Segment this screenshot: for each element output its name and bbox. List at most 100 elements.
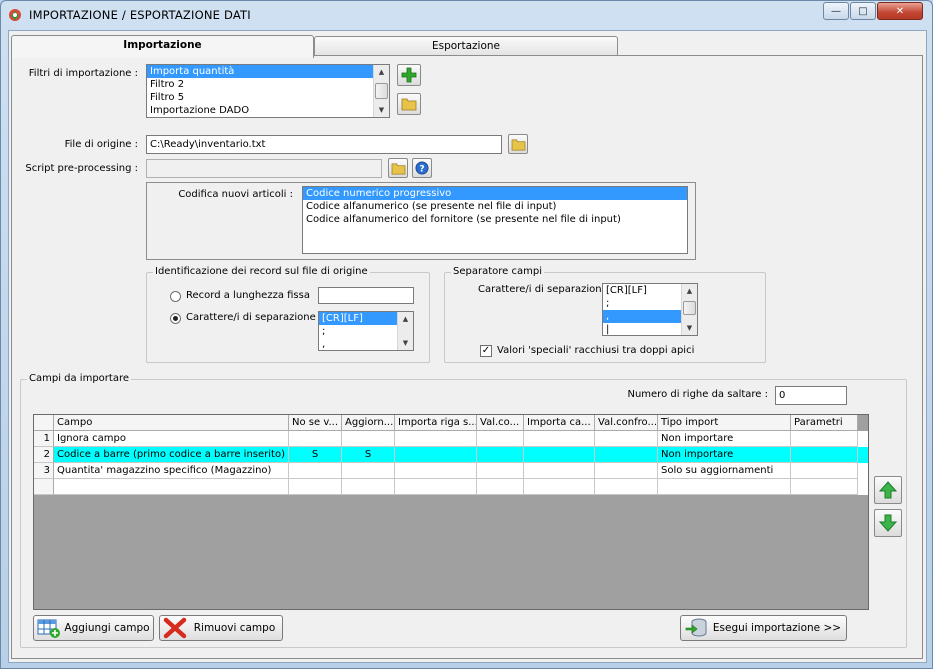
list-item[interactable]: Codice alfanumerico (se presente nel fil…	[303, 200, 687, 213]
cell-campo[interactable]: Codice a barre (primo codice a barre ins…	[54, 447, 289, 463]
cell-valco[interactable]	[477, 431, 524, 447]
cell-valconfro[interactable]	[595, 431, 658, 447]
row-number	[34, 479, 54, 495]
move-down-button[interactable]	[874, 509, 902, 537]
cell-valconfro[interactable]	[595, 463, 658, 479]
codifica-list[interactable]: Codice numerico progressivo Codice alfan…	[302, 186, 688, 254]
table-row[interactable]: 2 Codice a barre (primo codice a barre i…	[34, 447, 868, 463]
cell-campo[interactable]	[54, 479, 289, 495]
cell-importa-riga[interactable]	[395, 463, 477, 479]
fixed-length-radio[interactable]	[170, 291, 181, 302]
column-header[interactable]: Tipo import	[658, 415, 791, 431]
scroll-thumb[interactable]	[683, 301, 696, 315]
cell-aggiorn[interactable]	[342, 431, 395, 447]
filters-list[interactable]: Importa quantità Filtro 2 Filtro 5 Impor…	[146, 64, 390, 118]
scroll-up-icon[interactable]: ▲	[374, 65, 389, 79]
record-separator-list[interactable]: [CR][LF] ; , ▲ ▼	[318, 311, 414, 351]
cell-importa-ca[interactable]	[524, 463, 595, 479]
cell-tipo[interactable]: Non importare	[658, 447, 791, 463]
record-separator-scrollbar[interactable]: ▲ ▼	[397, 312, 413, 350]
column-header[interactable]: Campo	[54, 415, 289, 431]
maximize-button[interactable]: □	[850, 2, 876, 20]
column-header[interactable]: Val.co...	[477, 415, 524, 431]
cell-importa-riga[interactable]	[395, 447, 477, 463]
list-item[interactable]: Codice numerico progressivo	[303, 187, 687, 200]
scroll-up-icon[interactable]: ▲	[398, 312, 413, 326]
skip-rows-input[interactable]: 0	[775, 386, 847, 405]
add-filter-button[interactable]	[397, 64, 421, 86]
scroll-down-icon[interactable]: ▼	[398, 336, 413, 350]
remove-field-button[interactable]: Rimuovi campo	[159, 615, 283, 641]
cell-parametri[interactable]	[791, 463, 858, 479]
cell-parametri[interactable]	[791, 447, 858, 463]
cell-importa-ca[interactable]	[524, 479, 595, 495]
table-row[interactable]: 3 Quantita' magazzino specifico (Magazzi…	[34, 463, 868, 479]
cell-valconfro[interactable]	[595, 479, 658, 495]
cell-tipo[interactable]: Solo su aggiornamenti	[658, 463, 791, 479]
filters-scrollbar[interactable]: ▲ ▼	[373, 65, 389, 117]
column-header[interactable]: No se v...	[289, 415, 342, 431]
cell-valco[interactable]	[477, 463, 524, 479]
cell-aggiorn[interactable]	[342, 479, 395, 495]
run-import-button[interactable]: Esegui importazione >>	[680, 615, 847, 641]
source-file-input[interactable]: C:\Ready\inventario.txt	[146, 135, 502, 154]
open-filter-button[interactable]	[397, 93, 421, 115]
list-item[interactable]: Importa quantità	[147, 65, 389, 78]
cell-importa-ca[interactable]	[524, 447, 595, 463]
cell-aggiorn[interactable]	[342, 463, 395, 479]
cell-importa-ca[interactable]	[524, 431, 595, 447]
column-header[interactable]: Importa ca...	[524, 415, 595, 431]
cell-nosev[interactable]: S	[289, 447, 342, 463]
fixed-length-input[interactable]	[318, 287, 414, 304]
field-separator-list[interactable]: [CR][LF] ; , | ▲ ▼	[602, 283, 698, 336]
column-header[interactable]: Parametri	[791, 415, 858, 431]
field-separator-scrollbar[interactable]: ▲ ▼	[681, 284, 697, 335]
list-item[interactable]: Codice alfanumerico del fornitore (se pr…	[303, 213, 687, 226]
cell-parametri[interactable]	[791, 479, 858, 495]
browse-source-button[interactable]	[508, 134, 528, 154]
cell-campo[interactable]: Quantita' magazzino specifico (Magazzino…	[54, 463, 289, 479]
cell-valco[interactable]	[477, 447, 524, 463]
column-header[interactable]: Aggiorn...	[342, 415, 395, 431]
cell-campo[interactable]: Ignora campo	[54, 431, 289, 447]
minimize-button[interactable]: —	[823, 2, 849, 20]
list-item[interactable]: [CR][LF]	[319, 312, 397, 325]
quotes-checkbox[interactable]: ✓	[480, 345, 492, 357]
column-header[interactable]: Val.confro...	[595, 415, 658, 431]
scroll-thumb[interactable]	[375, 83, 388, 99]
script-help-button[interactable]: ?	[412, 158, 432, 178]
cell-valco[interactable]	[477, 479, 524, 495]
tab-esportazione[interactable]: Esportazione	[314, 36, 618, 57]
browse-script-button[interactable]	[388, 158, 408, 178]
cell-nosev[interactable]	[289, 463, 342, 479]
cell-nosev[interactable]	[289, 431, 342, 447]
cell-nosev[interactable]	[289, 479, 342, 495]
script-input[interactable]	[146, 159, 382, 178]
cell-parametri[interactable]	[791, 431, 858, 447]
close-button[interactable]: ✕	[877, 2, 923, 20]
table-row[interactable]: 1 Ignora campo Non importare	[34, 431, 868, 447]
cell-valconfro[interactable]	[595, 447, 658, 463]
scroll-down-icon[interactable]: ▼	[682, 321, 697, 335]
list-item[interactable]: Filtro 5	[147, 91, 389, 104]
list-item[interactable]: Filtro 2	[147, 78, 389, 91]
title-bar[interactable]: IMPORTAZIONE / ESPORTAZIONE DATI — □ ✕	[1, 1, 932, 29]
cell-tipo[interactable]: Non importare	[658, 431, 791, 447]
tab-importazione[interactable]: Importazione	[11, 35, 314, 58]
scroll-down-icon[interactable]: ▼	[374, 103, 389, 117]
move-up-button[interactable]	[874, 476, 902, 504]
scroll-up-icon[interactable]: ▲	[682, 284, 697, 298]
table-row[interactable]	[34, 479, 868, 495]
cell-aggiorn[interactable]: S	[342, 447, 395, 463]
script-label: Script pre-processing :	[25, 163, 138, 174]
separator-radio[interactable]	[170, 313, 181, 324]
list-item[interactable]: Importazione DADO	[147, 104, 389, 117]
fields-grid[interactable]: Campo No se v... Aggiorn... Importa riga…	[33, 414, 869, 610]
folder-icon	[401, 98, 417, 111]
column-header[interactable]: Importa riga s...	[395, 415, 477, 431]
cell-importa-riga[interactable]	[395, 479, 477, 495]
cell-importa-riga[interactable]	[395, 431, 477, 447]
add-field-button[interactable]: Aggiungi campo	[33, 615, 154, 641]
cell-tipo[interactable]	[658, 479, 791, 495]
list-item[interactable]: ,	[603, 310, 681, 323]
